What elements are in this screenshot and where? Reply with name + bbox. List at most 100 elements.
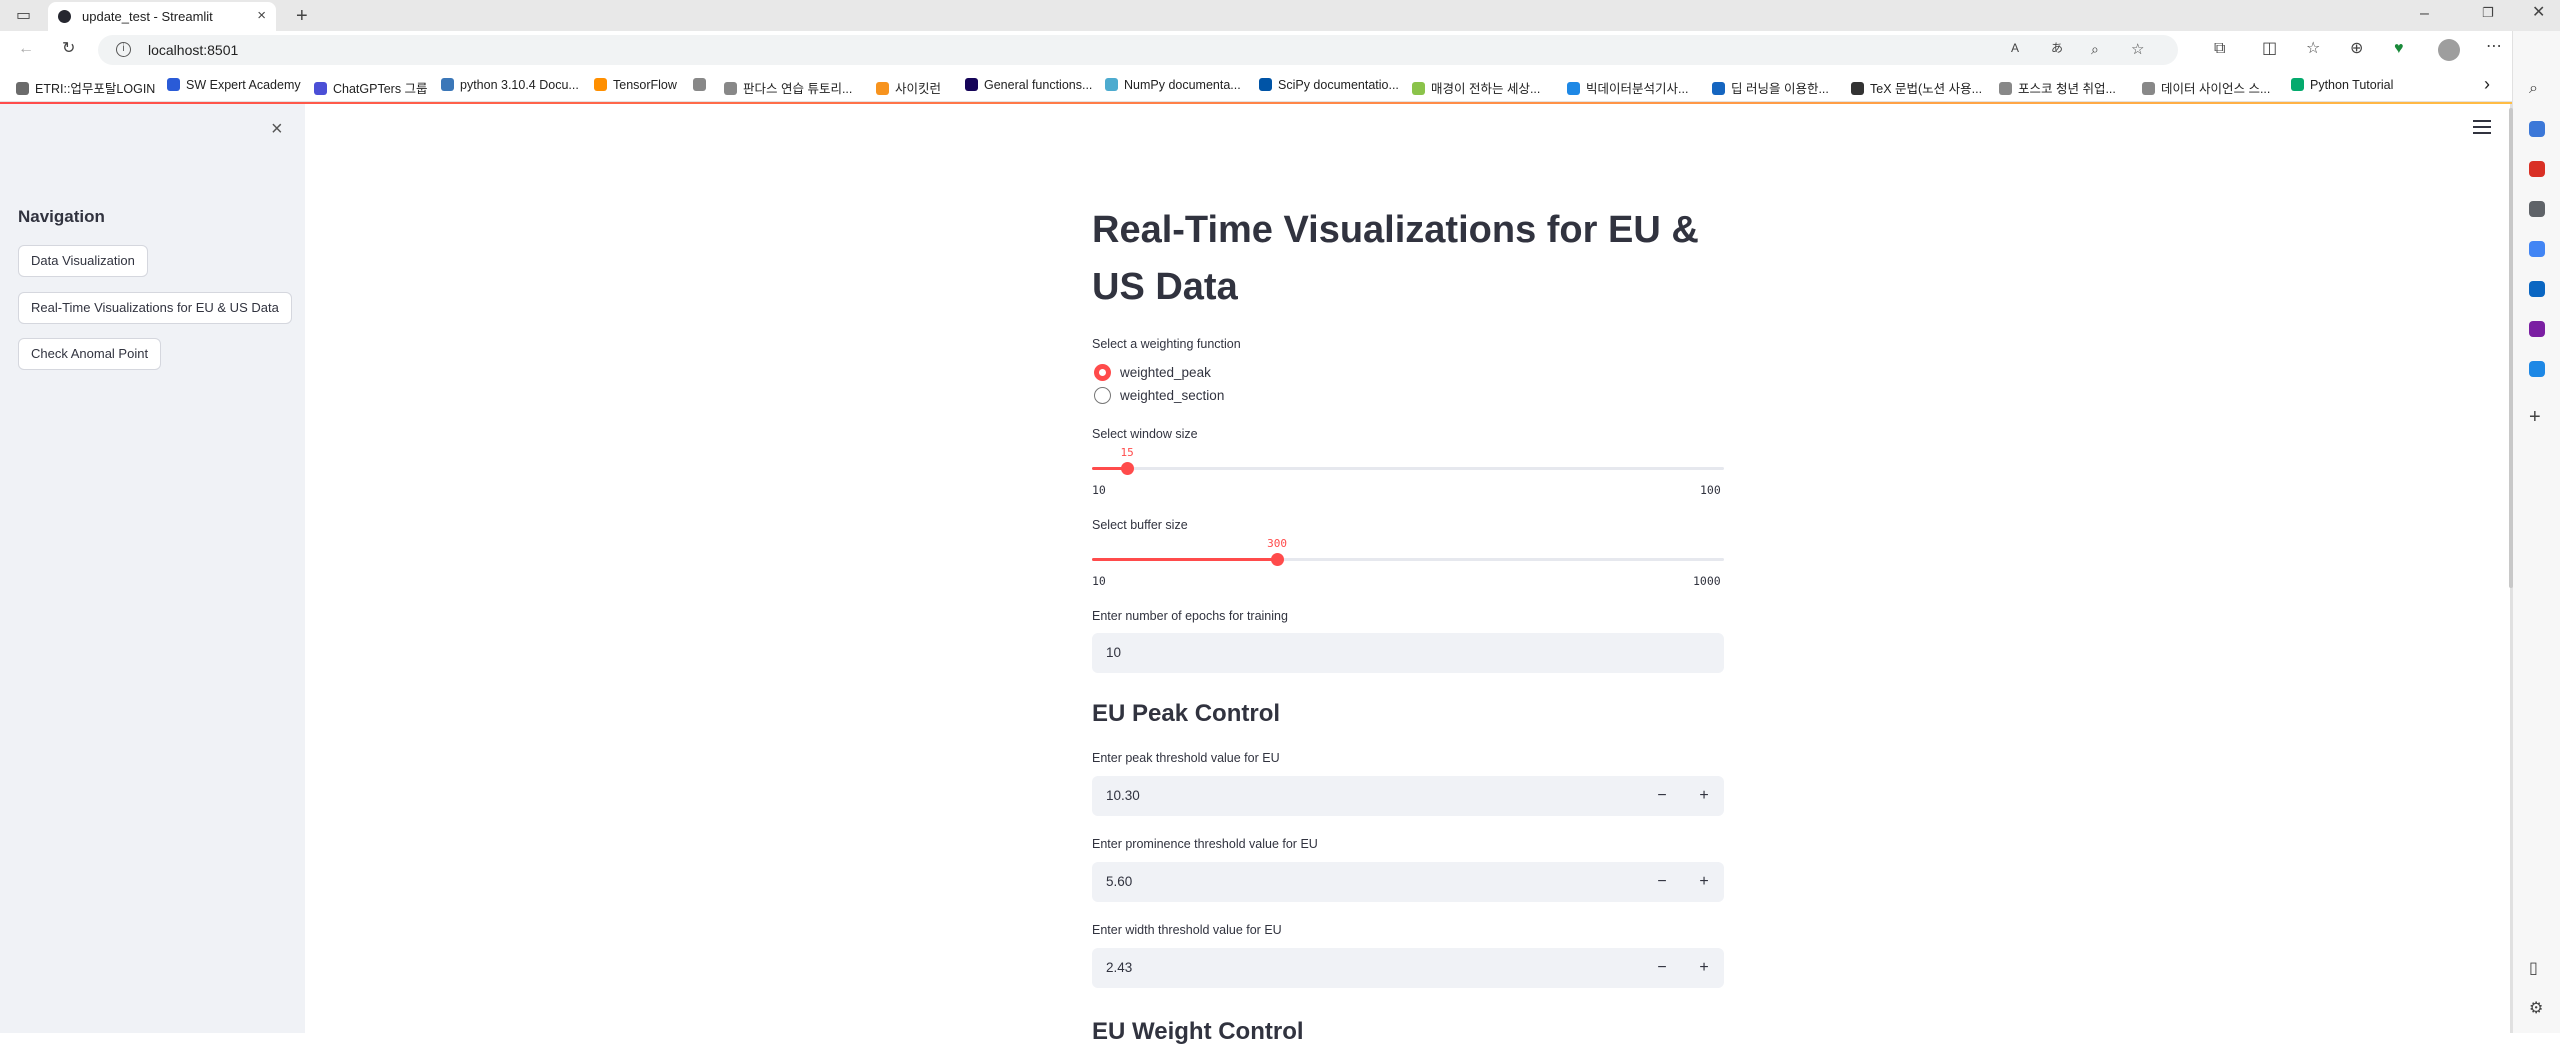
eu-peak-threshold-label: Enter peak threshold value for EU [1092,751,1280,765]
favorites-icon[interactable]: ☆ [2306,41,2320,57]
epochs-value: 10 [1106,645,1122,660]
bookmark-item[interactable]: NumPy documenta... [1105,78,1241,94]
bookmark-item[interactable] [693,78,712,94]
bookmark-item[interactable]: 판다스 연습 튜토리... [724,78,852,96]
extensions-icon[interactable]: ⧉ [2214,41,2225,57]
bookmark-label: SciPy documentatio... [1278,78,1399,92]
tab-actions-icon[interactable]: ▭ [16,8,31,24]
bookmark-item[interactable]: General functions... [965,78,1092,94]
bookmark-item[interactable]: python 3.10.4 Docu... [441,78,579,94]
browser-essentials-icon[interactable]: ♥ [2394,41,2404,57]
bookmark-item[interactable]: SW Expert Academy [167,78,301,94]
minimize-icon[interactable]: – [2420,6,2429,22]
sidebar-toggle-icon[interactable]: ▯ [2529,961,2538,977]
window-size-slider[interactable] [1092,462,1724,475]
radio-label-weighted-peak[interactable]: weighted_peak [1120,365,1211,380]
window-size-label: Select window size [1092,427,1198,441]
eu-width-increment-button[interactable]: + [1684,948,1724,988]
bookmark-favicon-icon [876,82,889,95]
back-icon[interactable]: ← [18,41,34,57]
designer-icon[interactable] [2529,321,2545,337]
weighting-label: Select a weighting function [1092,337,1241,351]
bookmark-item[interactable]: ChatGPTers 그룹 [314,78,428,96]
edge-sidebar: ⌕ + ▯ ⚙ [2512,31,2560,1033]
profile-avatar[interactable] [2438,39,2460,61]
site-info-icon[interactable]: i [116,42,131,57]
new-tab-button[interactable]: + [296,6,308,26]
split-screen-icon[interactable]: ◫ [2262,41,2277,57]
eu-prominence-decrement-button[interactable]: − [1642,862,1682,902]
main-menu-icon[interactable] [2473,120,2491,134]
eu-width-threshold-input[interactable]: 2.43 − + [1092,948,1724,988]
browser-tab[interactable]: update_test - Streamlit × [48,2,276,31]
reload-icon[interactable]: ↻ [62,41,75,57]
radio-weighted-section[interactable] [1094,387,1111,404]
streamlit-favicon-icon [58,10,71,23]
read-aloud-icon[interactable]: A [2011,42,2019,54]
radio-label-weighted-section[interactable]: weighted_section [1120,388,1224,403]
bookmarks-more-icon[interactable]: › [2484,74,2490,94]
url-field[interactable]: i localhost:8501 ☆ ⌕ あ A [98,35,2178,65]
bookmark-item[interactable]: ETRI::업무포탈LOGIN [16,78,155,96]
sidebar-settings-icon[interactable]: ⚙ [2529,1001,2543,1017]
search-icon[interactable]: ⌕ [2529,81,2538,97]
bookmark-item[interactable]: 빅데이터분석기사... [1567,78,1688,96]
restore-icon[interactable]: ❐ [2482,6,2494,19]
shopping-icon[interactable] [2529,121,2545,137]
more-options-icon[interactable]: ⋯ [2486,39,2502,55]
bookmark-item[interactable]: TensorFlow [594,78,677,94]
eu-width-threshold-value: 2.43 [1106,960,1133,975]
buffer-size-slider[interactable] [1092,553,1724,566]
collections-icon[interactable]: ⊕ [2350,41,2363,57]
eu-prominence-increment-button[interactable]: + [1684,862,1724,902]
bookmark-favicon-icon [594,78,607,91]
window-close-icon[interactable]: ✕ [2532,5,2545,21]
add-sidebar-app-icon[interactable]: + [2529,407,2541,427]
bookmark-item[interactable]: 딥 러닝을 이용한... [1712,78,1829,96]
bookmark-label: SW Expert Academy [186,78,301,92]
buffer-size-max: 1000 [1693,574,1721,588]
bookmarks-bar: ETRI::업무포탈LOGIN SW Expert Academy ChatGPTe… [0,69,2560,102]
bookmark-item[interactable]: 포스코 청년 취업... [1999,78,2116,96]
tools-icon[interactable] [2529,161,2545,177]
radio-weighted-peak[interactable] [1094,364,1111,381]
eu-prominence-threshold-input[interactable]: 5.60 − + [1092,862,1724,902]
drop-icon[interactable] [2529,361,2545,377]
eu-peak-threshold-input[interactable]: 10.30 − + [1092,776,1724,816]
favorite-star-icon[interactable]: ☆ [2131,42,2144,57]
bookmark-favicon-icon [1259,78,1272,91]
bookmark-item[interactable]: TeX 문법(노션 사용... [1851,78,1982,96]
bookmark-favicon-icon [1851,82,1864,95]
bookmark-label: 포스코 청년 취업... [2018,82,2116,96]
eu-width-threshold-label: Enter width threshold value for EU [1092,923,1282,937]
bookmark-item[interactable]: 사이킷런 [876,78,941,96]
epochs-input[interactable]: 10 [1092,633,1724,673]
sidebar-close-icon[interactable]: × [271,118,283,141]
microsoft365-icon[interactable] [2529,241,2545,257]
bookmark-item[interactable]: SciPy documentatio... [1259,78,1399,94]
bookmark-label: NumPy documenta... [1124,78,1241,92]
eu-peak-control-heading: EU Peak Control [1092,700,1281,727]
tab-close-icon[interactable]: × [257,7,266,24]
eu-peak-decrement-button[interactable]: − [1642,776,1682,816]
bookmark-item[interactable]: 매경이 전하는 세상... [1412,78,1540,96]
nav-button-real-time-visualizations[interactable]: Real-Time Visualizations for EU & US Dat… [18,292,292,324]
buffer-size-value: 300 [1267,537,1288,550]
bookmark-item[interactable]: Python Tutorial [2291,78,2393,94]
bookmark-label: python 3.10.4 Docu... [460,78,579,92]
eu-peak-increment-button[interactable]: + [1684,776,1724,816]
eu-weight-control-heading: EU Weight Control [1092,1018,1304,1045]
translate-icon[interactable]: あ [2051,42,2063,54]
bookmark-item[interactable]: 데이터 사이언스 스... [2142,78,2270,96]
bookmark-label: General functions... [984,78,1093,92]
nav-button-data-visualization[interactable]: Data Visualization [18,245,148,277]
buffer-size-fill [1092,558,1278,561]
page-scrollbar-thumb[interactable] [2509,108,2513,588]
nav-button-check-anomal-point[interactable]: Check Anomal Point [18,338,162,370]
games-icon[interactable] [2529,201,2545,217]
url-text: localhost:8501 [148,42,239,58]
outlook-icon[interactable] [2529,281,2545,297]
eu-prominence-threshold-value: 5.60 [1106,874,1133,889]
zoom-icon[interactable]: ⌕ [2091,42,2099,56]
eu-width-decrement-button[interactable]: − [1642,948,1682,988]
